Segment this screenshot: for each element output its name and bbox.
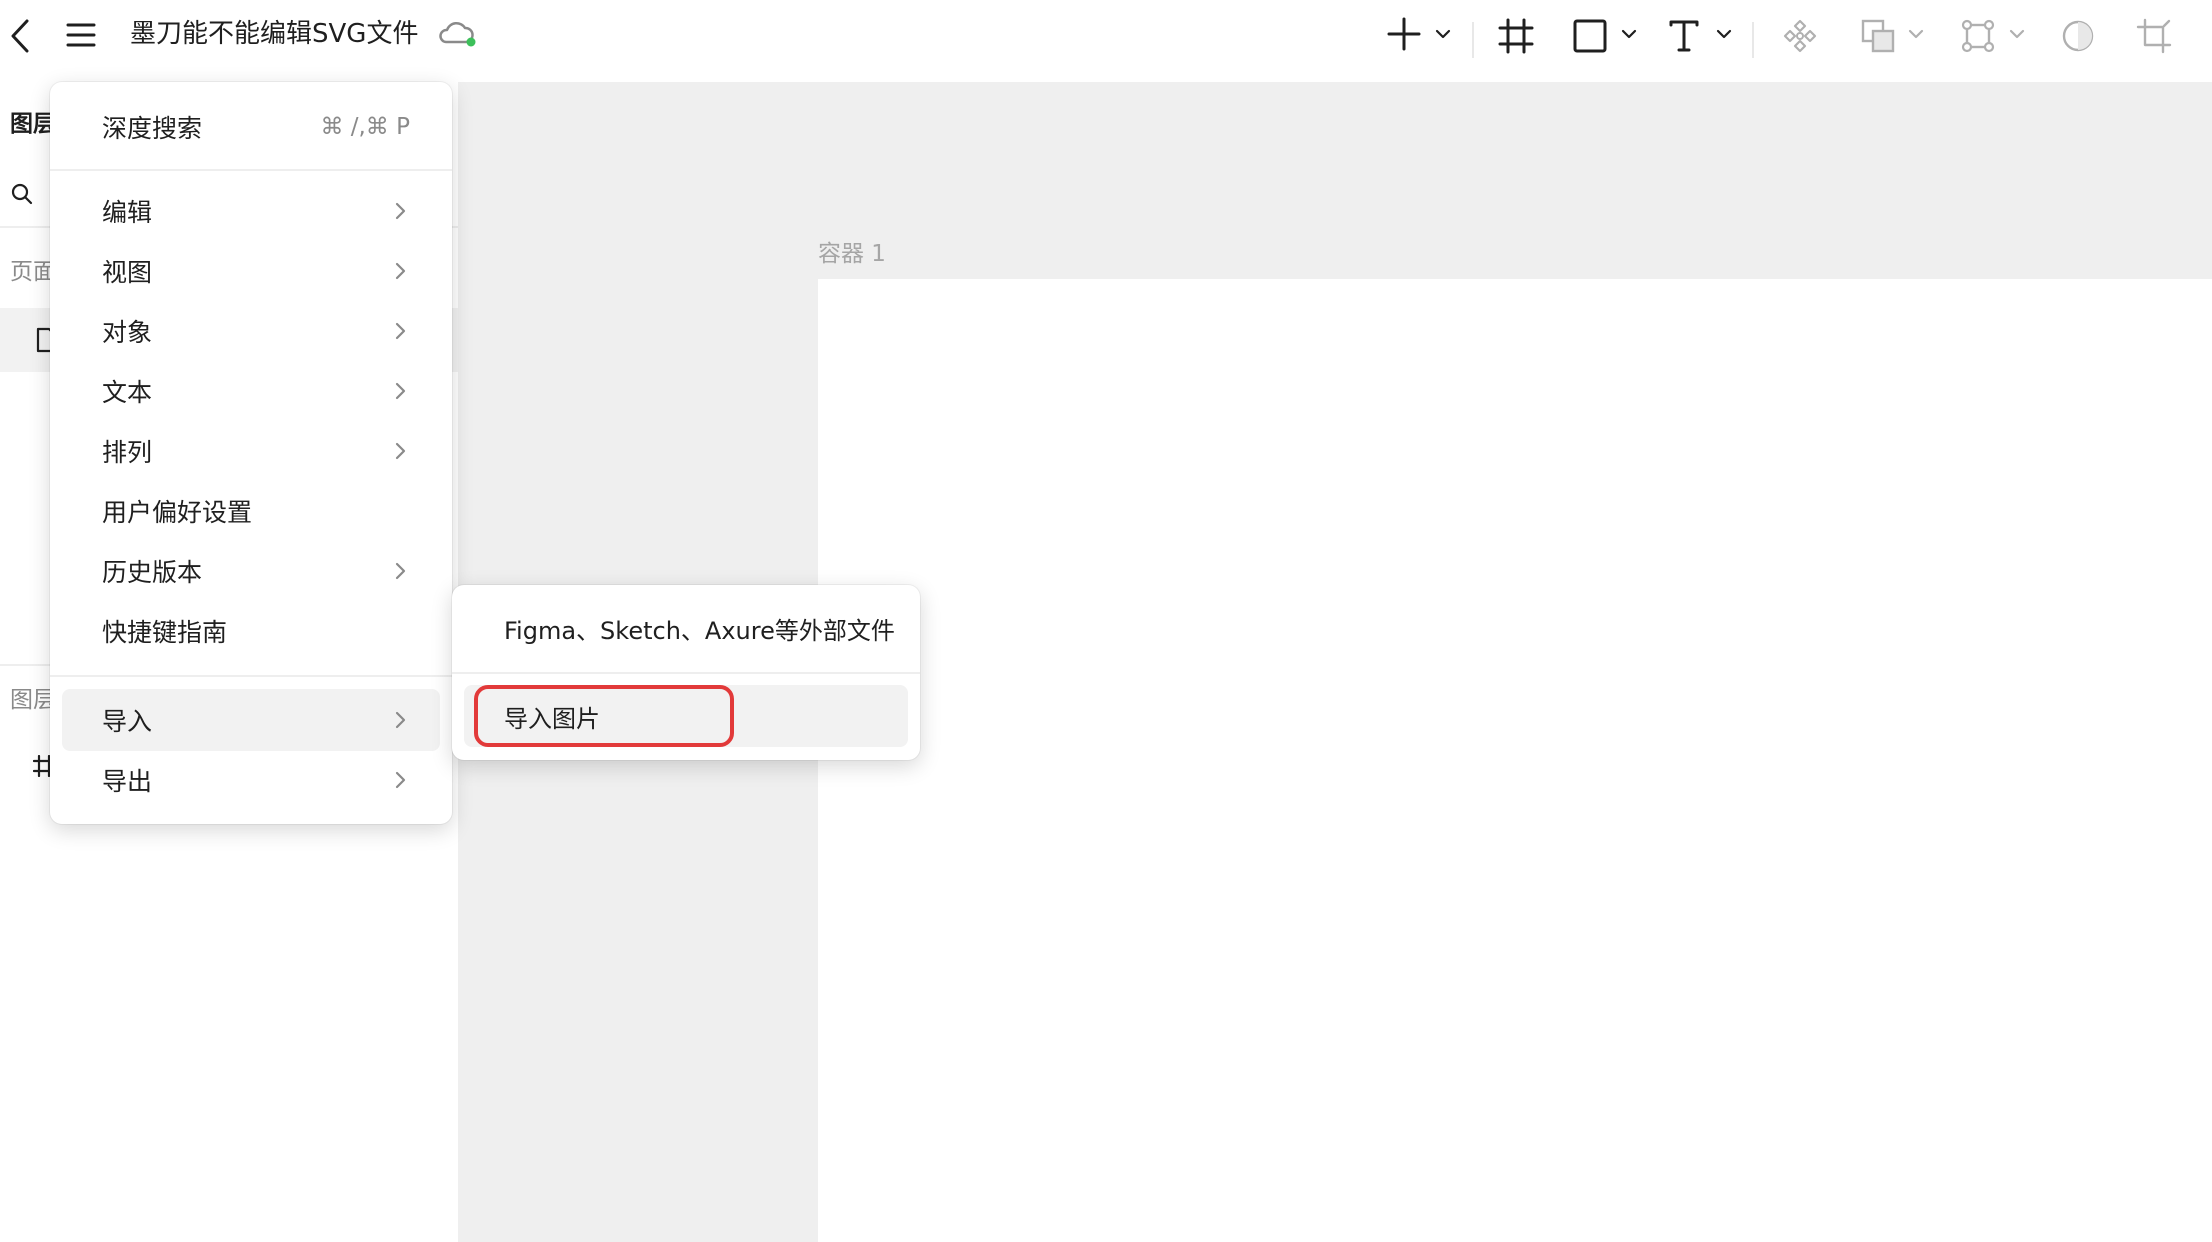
menu-item-shortcuts-guide[interactable]: 快捷键指南 <box>62 600 440 662</box>
chevron-right-icon <box>395 562 406 580</box>
menu-item-object[interactable]: 对象 <box>62 300 440 362</box>
chevron-right-icon <box>395 382 406 400</box>
search-icon[interactable] <box>10 182 34 206</box>
chevron-right-icon <box>395 322 406 340</box>
chevron-right-icon <box>395 711 406 729</box>
crop-icon[interactable] <box>2134 16 2174 56</box>
chevron-down-icon[interactable] <box>1905 24 1927 44</box>
menu-item-label: 对象 <box>102 318 153 347</box>
back-icon[interactable] <box>4 16 36 56</box>
frame-container[interactable] <box>818 279 2212 1242</box>
import-submenu: Figma、Sketch、Axure等外部文件 导入图片 <box>452 585 920 760</box>
main-menu: 深度搜索 ⌘ /,⌘ P 编辑 视图 对象 文本 排列 用户偏好设置 历史版本 … <box>50 82 452 824</box>
boolean-icon[interactable] <box>1858 16 1898 56</box>
chevron-down-icon[interactable] <box>1432 24 1454 44</box>
document-title[interactable]: 墨刀能不能编辑SVG文件 <box>130 14 418 54</box>
menu-item-import[interactable]: 导入 <box>62 689 440 751</box>
chevron-right-icon <box>395 771 406 789</box>
top-toolbar: 墨刀能不能编辑SVG文件 <box>0 0 2212 82</box>
add-icon[interactable] <box>1386 16 1422 52</box>
rectangle-icon[interactable] <box>1570 16 1610 56</box>
cloud-sync-icon <box>438 18 478 50</box>
menu-item-shortcut: ⌘ /,⌘ P <box>320 114 410 140</box>
toolbar-divider <box>1472 22 1474 58</box>
vector-icon[interactable] <box>1958 16 1998 56</box>
menu-icon[interactable] <box>64 18 98 52</box>
menu-item-export[interactable]: 导出 <box>62 749 440 811</box>
menu-item-text[interactable]: 文本 <box>62 360 440 422</box>
menu-item-history[interactable]: 历史版本 <box>62 540 440 602</box>
menu-item-arrange[interactable]: 排列 <box>62 420 440 482</box>
menu-item-label: 历史版本 <box>102 558 203 587</box>
menu-divider <box>452 672 920 674</box>
menu-divider <box>50 675 452 677</box>
text-icon[interactable] <box>1664 16 1704 56</box>
menu-item-deep-search[interactable]: 深度搜索 ⌘ /,⌘ P <box>62 96 440 158</box>
menu-item-label: 文本 <box>102 378 153 407</box>
menu-item-view[interactable]: 视图 <box>62 240 440 302</box>
submenu-item-external-files[interactable]: Figma、Sketch、Axure等外部文件 <box>464 597 908 659</box>
chevron-down-icon[interactable] <box>1713 24 1735 44</box>
highlight-annotation <box>474 685 734 747</box>
menu-item-preferences[interactable]: 用户偏好设置 <box>62 480 440 542</box>
frame-label[interactable]: 容器 1 <box>818 234 886 268</box>
chevron-right-icon <box>395 202 406 220</box>
submenu-item-label: Figma、Sketch、Axure等外部文件 <box>504 616 895 645</box>
menu-item-label: 深度搜索 <box>102 114 203 143</box>
menu-item-edit[interactable]: 编辑 <box>62 180 440 242</box>
menu-item-label: 用户偏好设置 <box>102 498 253 527</box>
component-icon[interactable] <box>1780 16 1820 56</box>
frame-icon[interactable] <box>1496 16 1536 56</box>
menu-item-label: 编辑 <box>102 198 153 227</box>
menu-item-label: 导入 <box>102 707 153 736</box>
menu-item-label: 快捷键指南 <box>102 618 228 647</box>
menu-item-label: 视图 <box>102 258 153 287</box>
menu-item-label: 导出 <box>102 767 153 796</box>
toolbar-divider <box>1752 22 1754 58</box>
menu-divider <box>50 169 452 171</box>
chevron-down-icon[interactable] <box>2006 24 2028 44</box>
chevron-right-icon <box>395 262 406 280</box>
chevron-down-icon[interactable] <box>1618 24 1640 44</box>
menu-item-label: 排列 <box>102 438 153 467</box>
ellipse-icon[interactable] <box>2058 16 2098 56</box>
chevron-right-icon <box>395 442 406 460</box>
